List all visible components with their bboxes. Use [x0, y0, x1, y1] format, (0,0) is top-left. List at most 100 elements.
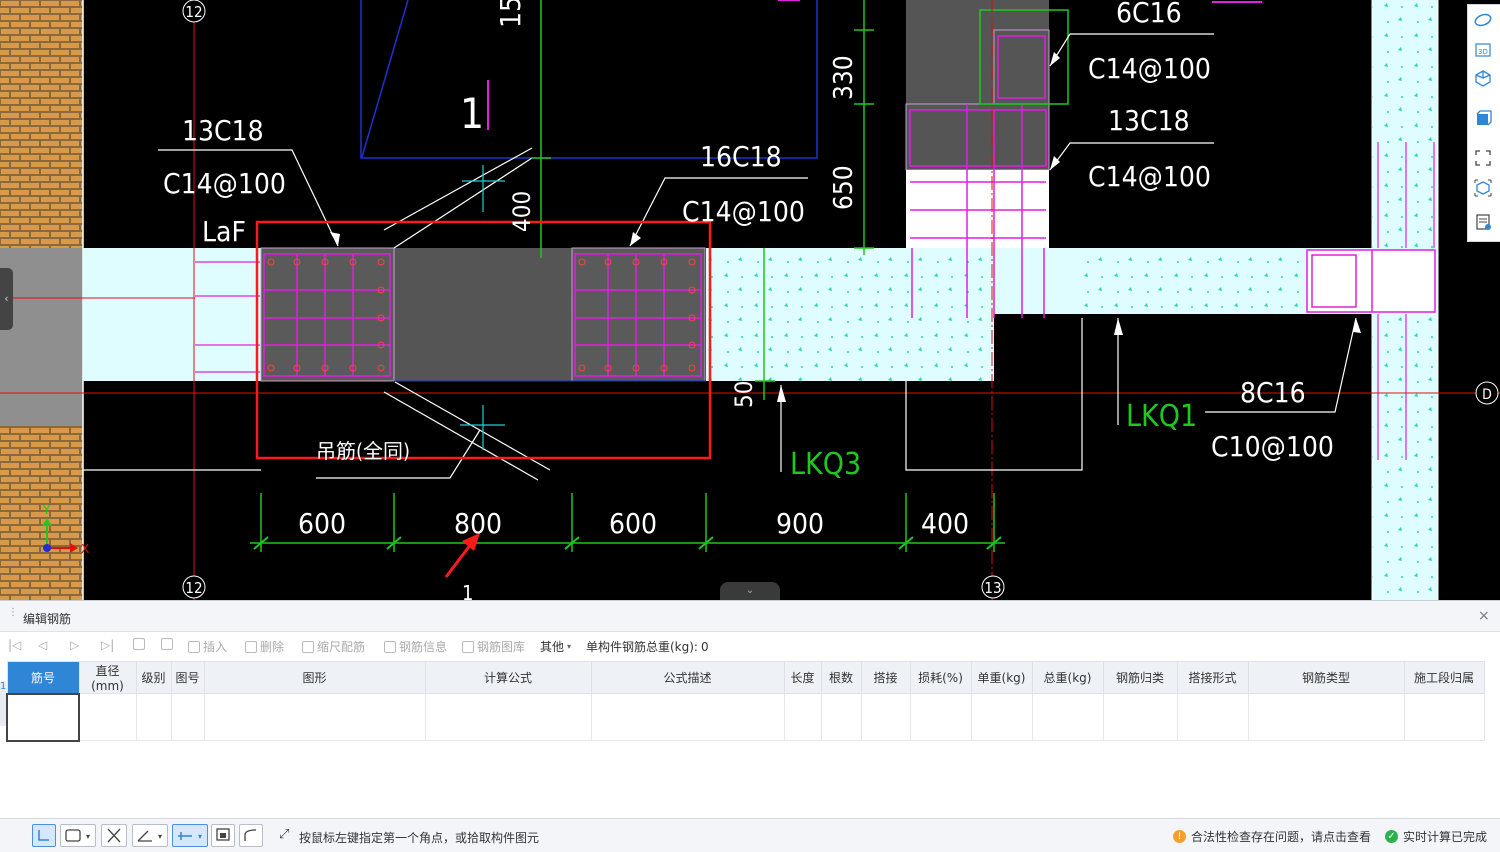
dim-text: 330 [829, 55, 859, 100]
dim-text: 15 [494, 0, 527, 28]
column-header[interactable]: 单重(kg) [970, 661, 1033, 694]
table-cell[interactable] [1247, 693, 1405, 741]
column-header[interactable]: 筋号 [6, 661, 80, 694]
drag-grip-icon[interactable]: ⋮ [8, 608, 18, 623]
wall-label-lkq3: LKQ3 [790, 447, 861, 482]
rectangle-select-dropdown[interactable]: ▾ [60, 824, 96, 847]
arc-tool-icon[interactable] [239, 824, 263, 847]
svg-text:X: X [81, 542, 89, 556]
dimension-900: 900 [776, 507, 824, 540]
cad-canvas[interactable]: 12 12 13 D 15 1 13C18 C14@100 LaF 16C18 … [0, 0, 1500, 600]
column-header[interactable]: 计算公式 [424, 661, 592, 694]
axis-label-12-top: 12 [182, 0, 206, 23]
column-header[interactable]: 长度 [783, 661, 822, 694]
box-icon[interactable] [1474, 109, 1496, 131]
table-cell[interactable] [1176, 693, 1249, 741]
axis-label-D: D [1475, 381, 1499, 405]
table-cell[interactable] [1031, 693, 1104, 741]
wall-label-lkq1: LKQ1 [1126, 399, 1197, 434]
dimension-600: 600 [298, 507, 346, 540]
rebar-label: 16C18 [700, 140, 782, 173]
column-header[interactable]: 图号 [170, 661, 205, 694]
axis-label-12-bottom: 12 [182, 575, 206, 599]
properties-icon[interactable] [1474, 213, 1496, 235]
scale-rebar-button[interactable]: 缩尺配筋 [302, 638, 365, 655]
move-down-icon[interactable] [161, 638, 173, 650]
edit-rebar-panel: ⋮ 编辑钢筋 × |◁ ◁ ▷ ▷| 插入 删除 缩尺配筋 钢筋信息 钢筋图库 … [0, 600, 1500, 818]
insert-button[interactable]: 插入 [188, 638, 227, 655]
resize-arrow-icon: ⤢ [279, 827, 290, 842]
column-header[interactable]: 施工段归属 [1403, 661, 1485, 694]
realtime-calc-status: ✓ 实时计算已完成 [1385, 828, 1487, 845]
table-cell[interactable] [1403, 693, 1485, 741]
column-header[interactable]: 级别 [135, 661, 172, 694]
last-record-icon[interactable]: ▷| [101, 638, 114, 652]
column-header[interactable]: 损耗(%) [909, 661, 972, 694]
column-header[interactable]: 钢筋归类 [1102, 661, 1178, 694]
table-cell[interactable] [909, 693, 972, 741]
rebar-label: C14@100 [1088, 52, 1211, 85]
ellipse-icon[interactable] [1474, 11, 1496, 33]
table-cell[interactable] [6, 692, 80, 742]
column-header[interactable]: 根数 [820, 661, 862, 694]
fullscreen-icon[interactable] [1474, 149, 1496, 171]
dim-text: 50 [730, 381, 758, 408]
3d-icon[interactable]: 3D [1474, 41, 1496, 63]
table-cell[interactable] [424, 693, 592, 741]
collapse-panel-tab[interactable]: ⌄ [720, 582, 780, 600]
table-cell[interactable] [135, 693, 172, 741]
dimension-600: 600 [609, 507, 657, 540]
other-dropdown[interactable]: 其他 ▾ [540, 638, 571, 655]
rebar-label: C14@100 [682, 195, 805, 228]
status-bar: ▾ ▾ ▾ ⤢ 按鼠标左键指定第一个角点，或拾取构件图元 ! 合法性检查存在问题… [0, 818, 1500, 852]
column-header[interactable]: 总重(kg) [1031, 661, 1104, 694]
warning-icon: ! [1173, 830, 1186, 843]
table-cell[interactable] [78, 693, 137, 741]
status-hint: 按鼠标左键指定第一个角点，或拾取构件图元 [299, 831, 540, 845]
cross-select-icon[interactable] [101, 824, 127, 847]
rebar-label: 13C18 [182, 114, 264, 147]
table-cell[interactable] [1102, 693, 1178, 741]
table-cell[interactable] [860, 693, 911, 741]
check-icon: ✓ [1385, 830, 1398, 843]
angle-dropdown[interactable]: ▾ [132, 824, 168, 847]
column-header[interactable]: 图形 [203, 661, 426, 694]
display-toggle-icon[interactable] [211, 824, 235, 847]
table-cell[interactable] [783, 693, 822, 741]
left-panel-toggle[interactable]: ‹ [0, 268, 13, 330]
move-up-icon[interactable] [133, 638, 145, 650]
rebar-label: C10@100 [1211, 430, 1334, 463]
view-cube-icon[interactable] [1474, 179, 1496, 201]
rebar-info-button[interactable]: 钢筋信息 [384, 638, 447, 655]
column-header[interactable]: 直径(mm) [78, 661, 137, 694]
table-cell[interactable] [820, 693, 862, 741]
column-header[interactable]: 钢筋类型 [1247, 661, 1405, 694]
close-icon[interactable]: × [1478, 608, 1490, 624]
column-header[interactable]: 公式描述 [590, 661, 785, 694]
snap-dropdown[interactable]: ▾ [172, 824, 208, 847]
rebar-label: LaF [202, 215, 246, 248]
table-cell[interactable] [203, 693, 426, 741]
svg-text:Y: Y [42, 503, 51, 517]
column-header[interactable]: 搭接 [860, 661, 911, 694]
first-record-icon[interactable]: |◁ [8, 638, 21, 652]
dimension-800: 800 [454, 507, 502, 540]
previous-record-icon[interactable]: ◁ [38, 638, 47, 652]
table-cell[interactable] [170, 693, 205, 741]
axis-label-13: 13 [981, 575, 1005, 599]
delete-button[interactable]: 删除 [245, 638, 284, 655]
validation-warning[interactable]: ! 合法性检查存在问题，请点击查看 [1173, 828, 1371, 845]
cube-icon[interactable] [1474, 69, 1496, 91]
rebar-label: 6C16 [1116, 0, 1182, 29]
column-header[interactable]: 搭接形式 [1176, 661, 1249, 694]
panel-header: ⋮ 编辑钢筋 × [0, 601, 1500, 632]
next-record-icon[interactable]: ▷ [70, 638, 79, 652]
rebar-library-button[interactable]: 钢筋图库 [462, 638, 525, 655]
table-cell[interactable] [970, 693, 1033, 741]
rebar-label: C14@100 [163, 167, 286, 200]
rebar-table: 筋号 直径(mm) 级别 图号 图形 计算公式 公式描述 长度 根数 搭接 损耗(%) 单重(kg) 总… [6, 661, 1485, 742]
svg-text:13: 13 [984, 579, 1001, 597]
panel-title: 编辑钢筋 [23, 612, 72, 626]
table-cell[interactable] [590, 693, 785, 741]
orthogonal-toggle[interactable] [32, 824, 56, 847]
